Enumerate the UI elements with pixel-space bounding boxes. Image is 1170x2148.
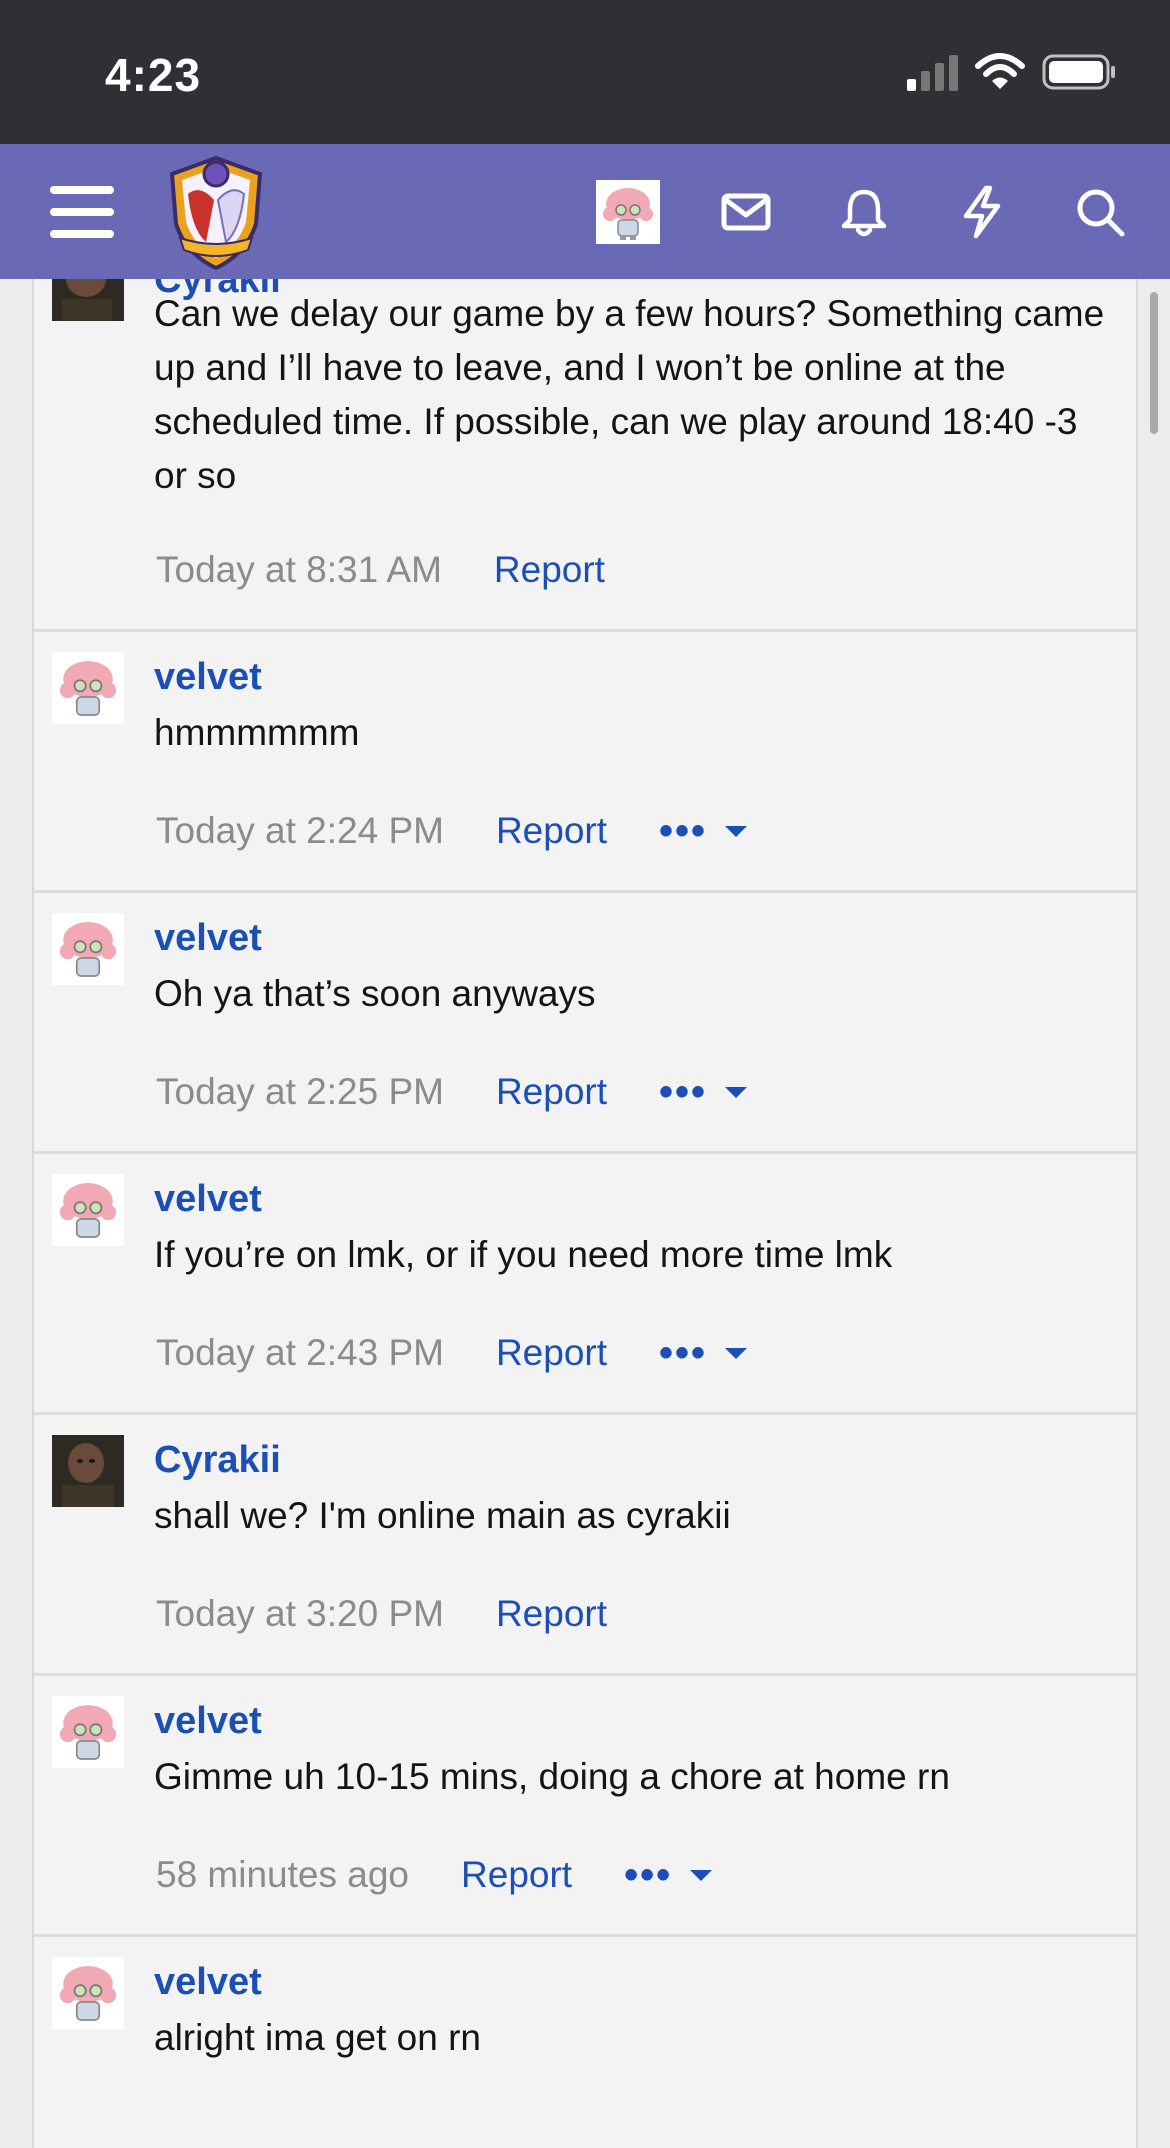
message-meta: 58 minutes ago Report •••: [156, 1853, 713, 1897]
avatar[interactable]: [52, 913, 124, 985]
more-actions-button[interactable]: •••: [659, 1331, 748, 1375]
search-icon[interactable]: [1072, 184, 1128, 240]
caret-down-icon: [725, 1086, 748, 1098]
message-item: velvet hmmmmmm Today at 2:24 PM Report •…: [34, 632, 1136, 893]
caret-down-icon: [690, 1869, 713, 1881]
message-item: velvet Oh ya that’s soon anyways Today a…: [34, 893, 1136, 1154]
message-text: shall we? I'm online main as cyrakii: [154, 1495, 731, 1536]
more-actions-button[interactable]: •••: [624, 1853, 713, 1897]
message-meta: Today at 2:43 PM Report •••: [156, 1331, 748, 1375]
avatar[interactable]: [52, 1696, 124, 1768]
message-text: alright ima get on rn: [154, 2017, 482, 2058]
message-timestamp[interactable]: Today at 2:43 PM: [156, 1332, 444, 1374]
message-timestamp[interactable]: Today at 8:31 AM: [156, 549, 442, 591]
message-meta: Today at 2:25 PM Report •••: [156, 1070, 748, 1114]
message-meta: Today at 3:20 PM Report: [156, 1593, 607, 1635]
lightning-icon[interactable]: [954, 184, 1010, 240]
avatar[interactable]: [52, 1435, 124, 1507]
message-text: If you’re on lmk, or if you need more ti…: [154, 1234, 893, 1275]
message-author[interactable]: velvet: [154, 656, 262, 699]
report-link[interactable]: Report: [496, 810, 607, 852]
mail-icon[interactable]: [718, 184, 774, 240]
message-item: velvet alright ima get on rn: [34, 1937, 1136, 2148]
nav-bar: [0, 144, 1170, 279]
message-timestamp[interactable]: 58 minutes ago: [156, 1854, 409, 1896]
wifi-icon: [974, 52, 1026, 92]
message-author[interactable]: velvet: [154, 1178, 262, 1221]
battery-icon: [1042, 53, 1118, 91]
message-timestamp[interactable]: Today at 3:20 PM: [156, 1593, 444, 1635]
site-logo[interactable]: [166, 154, 266, 271]
caret-down-icon: [725, 825, 748, 837]
avatar[interactable]: [52, 1174, 124, 1246]
account-avatar[interactable]: [596, 180, 660, 244]
report-link[interactable]: Report: [494, 549, 605, 591]
status-bar: 4:23: [0, 0, 1170, 144]
ellipsis-icon: •••: [624, 1853, 673, 1897]
message-author[interactable]: velvet: [154, 1961, 262, 2004]
status-time: 4:23: [105, 49, 202, 101]
avatar[interactable]: [52, 279, 124, 341]
report-link[interactable]: Report: [461, 1854, 572, 1896]
hamburger-menu-icon[interactable]: [50, 186, 114, 238]
message-timestamp[interactable]: Today at 2:24 PM: [156, 810, 444, 852]
message-meta: Today at 8:31 AM Report: [156, 549, 605, 591]
message-text: Gimme uh 10-15 mins, doing a chore at ho…: [154, 1756, 950, 1797]
scrollbar-thumb[interactable]: [1150, 292, 1158, 434]
avatar[interactable]: [52, 652, 124, 724]
report-link[interactable]: Report: [496, 1332, 607, 1374]
message-item: Cyrakii Can we delay our game by a few h…: [34, 279, 1136, 632]
message-item: Cyrakii shall we? I'm online main as cyr…: [34, 1415, 1136, 1676]
message-thread: Cyrakii Can we delay our game by a few h…: [32, 279, 1138, 2148]
ellipsis-icon: •••: [659, 1331, 708, 1375]
ellipsis-icon: •••: [659, 809, 708, 853]
more-actions-button[interactable]: •••: [659, 1070, 748, 1114]
message-timestamp[interactable]: Today at 2:25 PM: [156, 1071, 444, 1113]
message-text: hmmmmmm: [154, 712, 360, 753]
message-text: Can we delay our game by a few hours? So…: [154, 293, 1105, 496]
message-author[interactable]: velvet: [154, 1700, 262, 1743]
message-text: Oh ya that’s soon anyways: [154, 973, 596, 1014]
avatar[interactable]: [52, 1957, 124, 2029]
cellular-signal-icon: [907, 53, 958, 91]
message-author[interactable]: Cyrakii: [154, 1439, 281, 1482]
report-link[interactable]: Report: [496, 1071, 607, 1113]
report-link[interactable]: Report: [496, 1593, 607, 1635]
message-meta: Today at 2:24 PM Report •••: [156, 809, 748, 853]
message-author[interactable]: velvet: [154, 917, 262, 960]
caret-down-icon: [725, 1347, 748, 1359]
status-icons: [907, 52, 1118, 92]
bell-icon[interactable]: [836, 184, 892, 240]
ellipsis-icon: •••: [659, 1070, 708, 1114]
message-item: velvet If you’re on lmk, or if you need …: [34, 1154, 1136, 1415]
message-item: velvet Gimme uh 10-15 mins, doing a chor…: [34, 1676, 1136, 1937]
more-actions-button[interactable]: •••: [659, 809, 748, 853]
